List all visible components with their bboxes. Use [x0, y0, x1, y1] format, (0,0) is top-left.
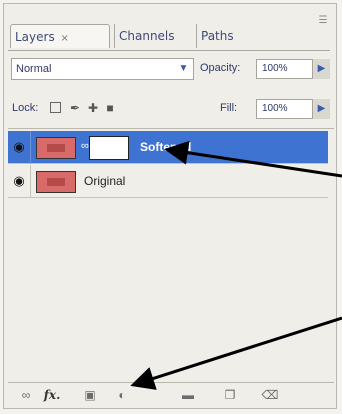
layer-row-softened[interactable]: ◉ ∞ Softened	[8, 131, 328, 164]
lock-label: Lock:	[12, 102, 39, 114]
layer-row-original[interactable]: ◉ Original	[8, 165, 328, 198]
layer-name[interactable]: Original	[84, 174, 125, 188]
blend-mode-value: Normal	[16, 63, 52, 75]
layer-mask-thumbnail[interactable]	[89, 136, 129, 160]
trash-icon[interactable]: ⌫	[260, 386, 280, 404]
tab-layers[interactable]: Layers ×	[10, 24, 110, 48]
add-layer-mask-icon[interactable]: ▣	[80, 386, 100, 404]
panel-menu-icon[interactable]: ☰	[314, 12, 332, 30]
tab-close-icon[interactable]: ×	[61, 33, 69, 44]
row-divider	[30, 165, 31, 198]
fill-field[interactable]: 100% ▶	[256, 99, 330, 119]
lock-image-icon[interactable]: ✒	[68, 101, 82, 115]
lock-all-icon[interactable]: ■	[103, 101, 117, 115]
new-group-icon[interactable]: ▬	[178, 386, 198, 404]
fill-label: Fill:	[220, 102, 238, 114]
opacity-value: 100%	[262, 63, 288, 74]
adjustment-layer-icon[interactable]: ◐	[112, 386, 132, 404]
blend-mode-select[interactable]: Normal ▼	[11, 58, 194, 80]
tab-paths[interactable]: Paths	[196, 24, 256, 48]
layer-thumbnail[interactable]	[36, 137, 76, 159]
panel-tab-strip: Layers × Channels Paths	[8, 20, 330, 51]
layer-thumbnail[interactable]	[36, 171, 76, 193]
opacity-field[interactable]: 100% ▶	[256, 59, 330, 79]
link-layers-icon[interactable]: ∞	[16, 386, 36, 404]
eye-icon[interactable]: ◉	[11, 173, 27, 189]
tab-channels-label: Channels	[119, 29, 175, 43]
tab-paths-label: Paths	[201, 29, 234, 43]
layer-name[interactable]: Softened	[140, 140, 191, 154]
layer-style-fx-icon[interactable]: fx.	[42, 386, 62, 404]
lock-transparent-icon[interactable]	[50, 102, 61, 113]
opacity-label: Opacity:	[200, 62, 241, 74]
fill-value: 100%	[262, 103, 288, 114]
layers-bottom-toolbar: ∞ fx. ▣ ◐ ▬ ❐ ⌫	[8, 382, 334, 407]
tab-channels[interactable]: Channels	[114, 24, 192, 48]
lock-position-icon[interactable]: ✚	[86, 101, 100, 115]
chevron-down-icon: ▼	[178, 63, 189, 74]
tab-layers-label: Layers	[15, 30, 55, 44]
eye-icon[interactable]: ◉	[11, 139, 27, 155]
layer-list: ◉ ∞ Softened ◉ Original	[8, 128, 334, 379]
layers-panel: Layers × Channels Paths ☰ Normal ▼ Opaci…	[3, 3, 337, 409]
fill-slider-arrow-icon[interactable]: ▶	[312, 99, 330, 119]
mask-link-icon[interactable]: ∞	[81, 140, 89, 152]
row-divider	[30, 131, 31, 164]
new-layer-icon[interactable]: ❐	[220, 386, 240, 404]
opacity-slider-arrow-icon[interactable]: ▶	[312, 59, 330, 79]
